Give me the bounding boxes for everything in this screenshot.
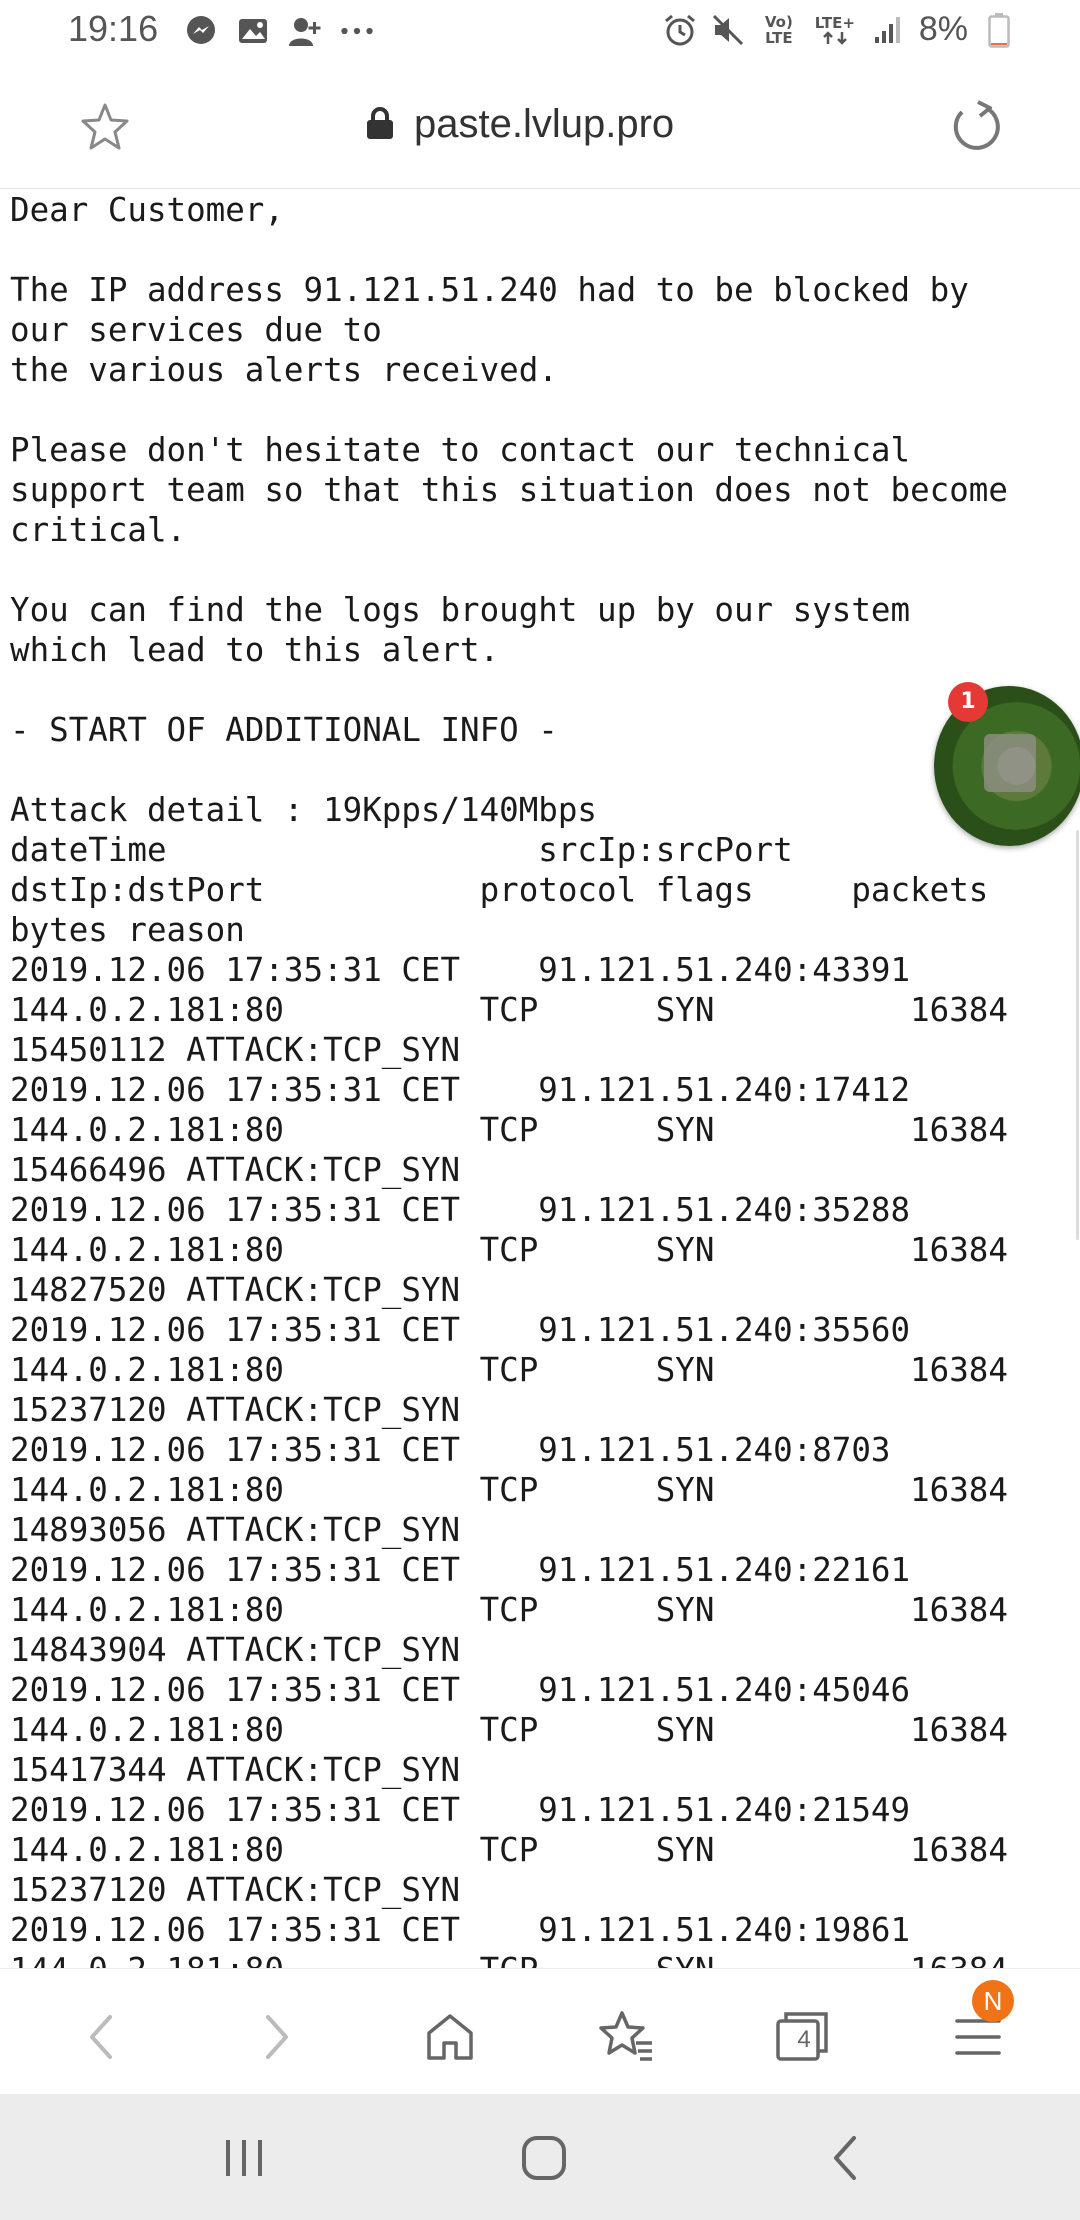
paste-line: 2019.12.06 17:35:31 CET 91.121.51.240:45… [10,1671,911,1709]
add-contact-icon [288,14,322,48]
paste-line: 14827520 ATTACK:TCP_SYN [10,1271,461,1309]
paste-line: 15237120 ATTACK:TCP_SYN [10,1871,461,1909]
paste-line: 2019.12.06 17:35:31 CET 91.121.51.240:35… [10,1311,911,1349]
system-icons: Vo) LTE LTE+ 8% [663,10,1016,49]
floating-app-bubble[interactable]: 1 [934,682,1080,850]
paste-line: 2019.12.06 17:35:31 CET 91.121.51.240:35… [10,1191,911,1229]
paste-line: 144.0.2.181:80 TCP SYN 16384 [10,1351,1008,1389]
more-dots-icon [340,14,374,48]
messenger-icon [184,14,218,48]
back-icon[interactable] [72,2007,132,2067]
clock: 19:16 [68,8,159,49]
paste-line: Attack detail : 19Kpps/140Mbps [10,791,597,829]
paste-line: 2019.12.06 17:35:31 CET 91.121.51.240:19… [10,1911,911,1949]
paste-line: bytes reason [10,911,245,949]
status-bar: 19:16 Vo) LTE LTE+ 8% [0,0,1080,64]
paste-line: Dear Customer, [10,191,284,229]
paste-line: which lead to this alert. [10,631,500,669]
paste-line: 144.0.2.181:80 TCP SYN 16384 [10,1111,1008,1149]
paste-line: 15450112 ATTACK:TCP_SYN [10,1031,461,1069]
paste-content[interactable]: Dear Customer, The IP address 91.121.51.… [0,190,1080,1968]
paste-line: 14843904 ATTACK:TCP_SYN [10,1631,461,1669]
paste-line: 144.0.2.181:80 TCP SYN 16384 [10,1951,1008,1968]
paste-line: 144.0.2.181:80 TCP SYN 16384 [10,1471,1008,1509]
paste-line: critical. [10,511,187,549]
url-text[interactable]: paste.lvlup.pro [414,102,674,147]
menu-badge: N [972,1980,1014,2022]
home-nav-icon[interactable] [514,2130,574,2186]
tab-count: 4 [797,2026,811,2053]
paste-line: You can find the logs brought up by our … [10,591,911,629]
paste-line: 144.0.2.181:80 TCP SYN 16384 [10,1231,1008,1269]
paste-line: 144.0.2.181:80 TCP SYN 16384 [10,1711,1008,1749]
lock-icon [366,106,394,144]
paste-line: 15466496 ATTACK:TCP_SYN [10,1151,461,1189]
bubble-badge: 1 [948,682,988,722]
url-field[interactable]: paste.lvlup.pro [366,102,674,147]
forward-icon[interactable] [246,2007,306,2067]
volte-icon: Vo) LTE [764,12,793,47]
paste-line: 144.0.2.181:80 TCP SYN 16384 [10,1591,1008,1629]
paste-line: 2019.12.06 17:35:31 CET 91.121.51.240:17… [10,1071,911,1109]
battery-percent: 8% [918,10,968,48]
paste-line: 2019.12.06 17:35:31 CET 91.121.51.240:22… [10,1551,911,1589]
paste-line: 144.0.2.181:80 TCP SYN 16384 [10,1831,1008,1869]
paste-line: the various alerts received. [10,351,558,389]
recents-icon[interactable] [214,2130,274,2186]
alarm-icon [663,13,697,47]
paste-text: Dear Customer, The IP address 91.121.51.… [0,190,1080,1968]
star-icon[interactable] [78,100,132,154]
paste-line: support team so that this situation does… [10,471,1008,509]
address-bar: paste.lvlup.pro [0,64,1080,189]
paste-line: 14893056 ATTACK:TCP_SYN [10,1511,461,1549]
lte-icon: LTE+ [813,13,857,47]
gallery-icon [236,14,270,48]
back-nav-icon[interactable] [816,2130,876,2186]
paste-line: 15417344 ATTACK:TCP_SYN [10,1751,461,1789]
mute-icon [711,13,745,47]
paste-line: 2019.12.06 17:35:31 CET 91.121.51.240:21… [10,1791,911,1829]
signal-icon [871,13,905,47]
home-icon[interactable] [420,2007,480,2067]
reload-icon[interactable] [948,98,1004,154]
edge-panel-handle[interactable] [1076,830,1079,1240]
android-nav-bar [0,2094,1080,2220]
browser-toolbar: 4 [0,1968,1080,2095]
paste-line: 2019.12.06 17:35:31 CET 91.121.51.240:87… [10,1431,891,1469]
bookmarks-icon[interactable] [596,2007,656,2067]
paste-line: The IP address 91.121.51.240 had to be b… [10,271,969,309]
paste-line: 144.0.2.181:80 TCP SYN 16384 [10,991,1008,1029]
paste-line: our services due to [10,311,382,349]
paste-line: 2019.12.06 17:35:31 CET 91.121.51.240:43… [10,951,911,989]
paste-line: dstIp:dstPort protocol flags packets [10,871,989,909]
paste-line: dateTime srcIp:srcPort [10,831,793,869]
tabs-icon[interactable]: 4 [772,2007,832,2067]
paste-line: 15237120 ATTACK:TCP_SYN [10,1391,461,1429]
notification-icons [184,14,374,48]
paste-line: Please don't hesitate to contact our tec… [10,431,911,469]
battery-icon [982,12,1016,48]
paste-line: - START OF ADDITIONAL INFO - [10,711,558,749]
